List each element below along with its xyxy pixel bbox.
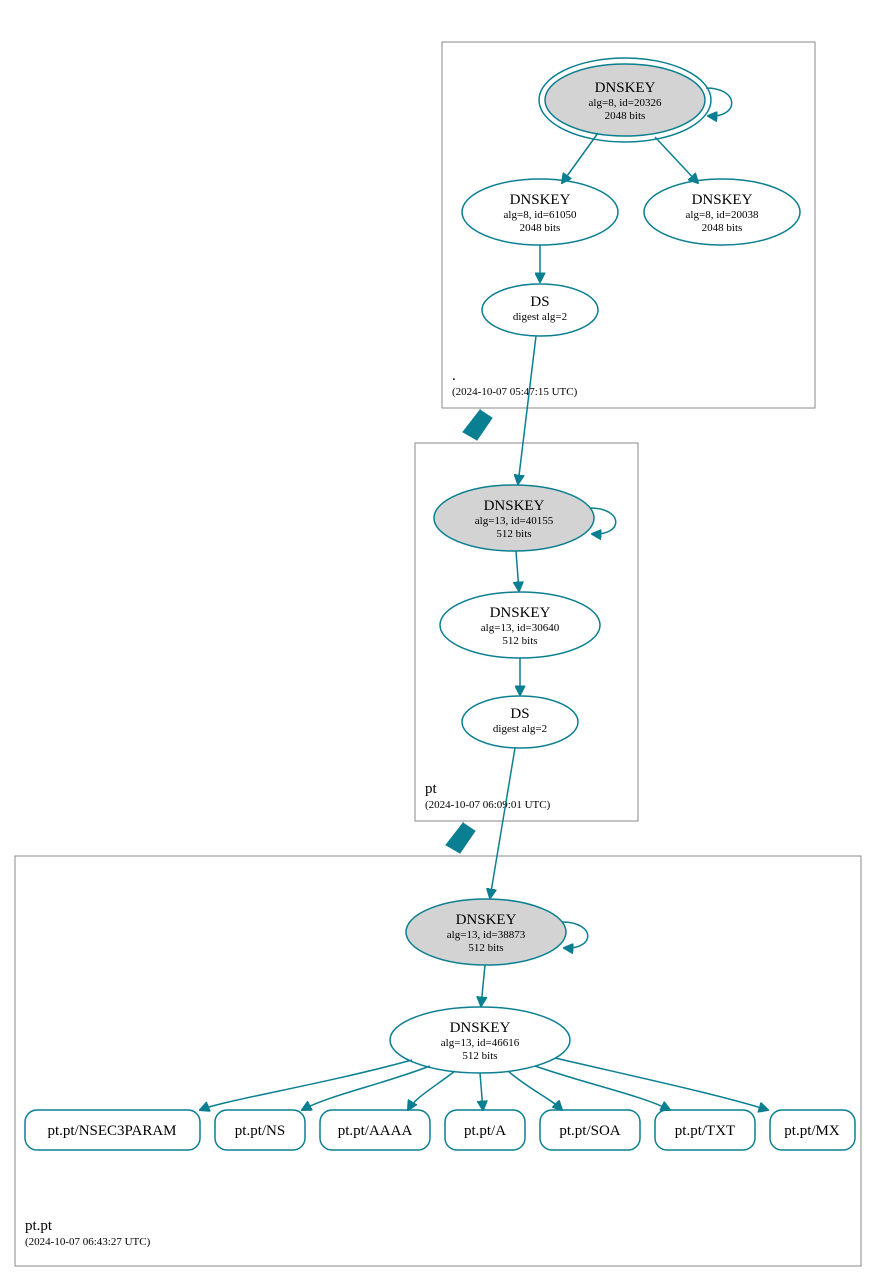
rrset-ns: pt.pt/NS bbox=[215, 1110, 305, 1150]
edge-rootds-ptksk bbox=[518, 336, 536, 484]
node-root-ds: DS digest alg=2 bbox=[482, 284, 598, 336]
node-pt-ds: DS digest alg=2 bbox=[462, 696, 578, 748]
node-pt-zsk-l3: 512 bits bbox=[502, 635, 537, 647]
rrset-mx-label: pt.pt/MX bbox=[784, 1123, 840, 1139]
zone-arrow-pt-to-ptpt bbox=[446, 823, 475, 853]
edge-zsk-soa bbox=[508, 1071, 562, 1110]
dnssec-graph: . (2024-10-07 05:47:15 UTC) pt (2024-10-… bbox=[0, 0, 877, 1278]
node-root-zsk: DNSKEY alg=8, id=61050 2048 bits bbox=[462, 179, 618, 245]
node-pt-zsk-l2: alg=13, id=30640 bbox=[481, 622, 560, 634]
node-pt-ksk-title: DNSKEY bbox=[484, 498, 545, 514]
zone-name-root: . bbox=[452, 368, 456, 384]
node-ptpt-ksk: DNSKEY alg=13, id=38873 512 bits bbox=[406, 899, 566, 965]
node-root-zsk2-l3: 2048 bits bbox=[702, 222, 743, 234]
rrset-nsec3param-label: pt.pt/NSEC3PARAM bbox=[47, 1123, 176, 1139]
node-pt-ksk-l3: 512 bits bbox=[496, 528, 531, 540]
node-root-ksk-title: DNSKEY bbox=[595, 80, 656, 96]
node-root-ksk-l3: 2048 bits bbox=[605, 110, 646, 122]
node-root-zsk-l3: 2048 bits bbox=[520, 222, 561, 234]
edge-ptptksk-ptptzsk bbox=[481, 965, 485, 1006]
node-root-zsk2: DNSKEY alg=8, id=20038 2048 bits bbox=[644, 179, 800, 245]
node-ptpt-zsk: DNSKEY alg=13, id=46616 512 bits bbox=[390, 1007, 570, 1073]
node-ptpt-ksk-l2: alg=13, id=38873 bbox=[447, 929, 526, 941]
edge-zsk-ns bbox=[302, 1066, 430, 1110]
node-ptpt-zsk-l3: 512 bits bbox=[462, 1050, 497, 1062]
rrset-nsec3param: pt.pt/NSEC3PARAM bbox=[25, 1110, 200, 1150]
edge-zsk-aaaa bbox=[408, 1071, 455, 1110]
node-pt-zsk: DNSKEY alg=13, id=30640 512 bits bbox=[440, 592, 600, 658]
node-pt-ksk: DNSKEY alg=13, id=40155 512 bits bbox=[434, 485, 594, 551]
node-pt-zsk-title: DNSKEY bbox=[490, 605, 551, 621]
node-root-ksk-l2: alg=8, id=20326 bbox=[589, 97, 662, 109]
node-root-zsk2-title: DNSKEY bbox=[692, 192, 753, 208]
rrset-aaaa: pt.pt/AAAA bbox=[320, 1110, 430, 1150]
node-ptpt-zsk-l2: alg=13, id=46616 bbox=[441, 1037, 520, 1049]
zone-name-ptpt: pt.pt bbox=[25, 1218, 53, 1234]
edge-rootksk-rootzsk bbox=[562, 133, 598, 183]
node-root-ksk: DNSKEY alg=8, id=20326 2048 bits bbox=[539, 58, 711, 142]
rrset-a: pt.pt/A bbox=[445, 1110, 525, 1150]
zone-arrow-root-to-pt bbox=[463, 410, 492, 440]
rrset-ns-label: pt.pt/NS bbox=[235, 1123, 285, 1139]
rrset-txt: pt.pt/TXT bbox=[655, 1110, 755, 1150]
zone-ts-ptpt: (2024-10-07 06:43:27 UTC) bbox=[25, 1236, 151, 1248]
node-pt-ds-l2: digest alg=2 bbox=[493, 723, 547, 735]
node-ptpt-ksk-l3: 512 bits bbox=[468, 942, 503, 954]
edge-zsk-mx bbox=[555, 1058, 768, 1110]
node-root-ds-title: DS bbox=[530, 294, 549, 310]
rrset-txt-label: pt.pt/TXT bbox=[675, 1123, 735, 1139]
zone-ts-root: (2024-10-07 05:47:15 UTC) bbox=[452, 386, 578, 398]
zone-ts-pt: (2024-10-07 06:09:01 UTC) bbox=[425, 799, 551, 811]
edge-ptds-ptptksk bbox=[490, 748, 515, 898]
edge-ptksk-ptzsk bbox=[516, 551, 519, 591]
rrset-soa-label: pt.pt/SOA bbox=[559, 1123, 620, 1139]
node-ptpt-zsk-title: DNSKEY bbox=[450, 1020, 511, 1036]
node-pt-ksk-l2: alg=13, id=40155 bbox=[475, 515, 554, 527]
rrset-aaaa-label: pt.pt/AAAA bbox=[338, 1123, 413, 1139]
rrset-a-label: pt.pt/A bbox=[464, 1123, 506, 1139]
rrset-soa: pt.pt/SOA bbox=[540, 1110, 640, 1150]
node-root-zsk-l2: alg=8, id=61050 bbox=[504, 209, 577, 221]
node-root-zsk-title: DNSKEY bbox=[510, 192, 571, 208]
rrset-mx: pt.pt/MX bbox=[770, 1110, 855, 1150]
node-root-ds-l2: digest alg=2 bbox=[513, 311, 567, 323]
edge-zsk-a bbox=[480, 1073, 483, 1110]
node-ptpt-ksk-title: DNSKEY bbox=[456, 912, 517, 928]
zone-name-pt: pt bbox=[425, 781, 438, 797]
node-root-zsk2-l2: alg=8, id=20038 bbox=[686, 209, 759, 221]
edge-rootksk-rootzsk2 bbox=[655, 137, 698, 183]
node-pt-ds-title: DS bbox=[510, 706, 529, 722]
edge-zsk-nsec3param bbox=[200, 1060, 412, 1110]
